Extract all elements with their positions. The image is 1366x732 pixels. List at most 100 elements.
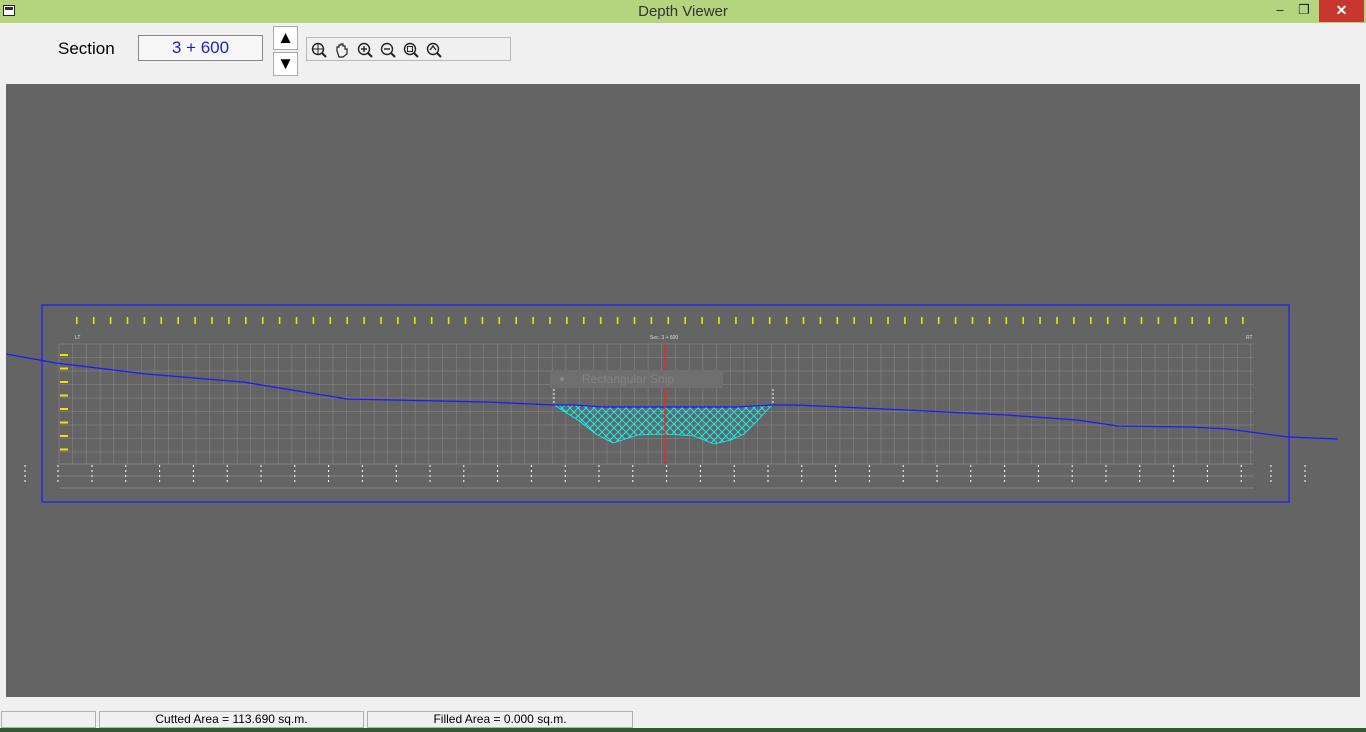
top-station-marker — [937, 317, 940, 324]
top-station-marker — [887, 317, 889, 324]
top-station-marker — [1191, 317, 1193, 324]
left-side-label: LT — [75, 335, 81, 341]
top-station-marker — [245, 317, 247, 324]
top-station-marker — [599, 317, 602, 324]
top-station-marker — [1106, 317, 1109, 324]
elevation-tick — [60, 354, 68, 356]
top-station-marker — [228, 317, 230, 324]
zoom-previous-icon[interactable] — [425, 41, 443, 59]
top-station-marker — [92, 317, 95, 324]
top-station-marker — [1140, 317, 1143, 324]
top-station-marker — [904, 317, 906, 324]
top-station-marker — [549, 317, 551, 324]
top-station-marker — [1208, 317, 1210, 324]
top-station-marker — [988, 317, 991, 324]
elevation-tick — [60, 448, 68, 451]
snip-label: Rectangular Snip — [582, 372, 675, 386]
top-station-marker — [701, 317, 703, 324]
right-side-label: RT — [1246, 335, 1253, 341]
top-station-marker — [160, 317, 163, 324]
minimize-button[interactable]: – — [1268, 0, 1292, 22]
top-station-marker — [836, 317, 839, 324]
top-station-marker — [532, 317, 534, 324]
top-station-marker — [126, 317, 129, 324]
top-station-marker — [853, 317, 855, 324]
top-station-marker — [802, 317, 805, 324]
top-station-marker — [430, 317, 433, 324]
drawing-viewport[interactable]: LT Sec. 3 + 600 RT Rectangular Snip — [5, 84, 1360, 697]
top-station-marker — [1157, 317, 1160, 324]
zoom-window-icon[interactable] — [402, 41, 420, 59]
top-station-marker — [718, 317, 720, 324]
next-section-button[interactable]: ▲ — [273, 26, 298, 50]
top-station-marker — [583, 317, 585, 324]
top-station-marker — [921, 317, 923, 324]
top-station-marker — [143, 317, 146, 324]
top-station-marker — [1039, 317, 1041, 324]
top-station-marker — [870, 317, 872, 324]
zoom-toolbar — [306, 37, 511, 61]
top-station-marker — [481, 317, 484, 324]
top-station-marker — [768, 317, 771, 324]
top-station-marker — [667, 317, 670, 324]
elevation-tick — [60, 435, 68, 437]
top-station-marker — [295, 317, 298, 324]
rectangular-snip-overlay[interactable]: Rectangular Snip — [550, 370, 723, 388]
top-station-marker — [329, 317, 332, 324]
top-station-marker — [1242, 317, 1244, 324]
section-value-field[interactable]: 3 + 600 — [138, 35, 263, 61]
window-title: Depth Viewer — [638, 3, 728, 20]
elevation-tick — [60, 367, 68, 370]
top-station-marker — [1174, 317, 1177, 324]
previous-section-button[interactable]: ▼ — [273, 52, 298, 76]
top-station-marker — [346, 317, 348, 324]
zoom-out-icon[interactable] — [379, 41, 397, 59]
close-button[interactable]: ✕ — [1319, 0, 1364, 22]
top-station-marker — [261, 317, 264, 324]
top-station-marker — [566, 317, 568, 324]
section-center-label: Sec. 3 + 600 — [650, 335, 679, 341]
section-label: Section — [58, 39, 115, 58]
top-station-marker — [363, 317, 365, 324]
top-station-marker — [785, 317, 788, 324]
snip-icon — [560, 377, 564, 381]
top-station-marker — [1073, 317, 1075, 324]
restore-button[interactable]: ❐ — [1292, 0, 1316, 22]
top-station-marker — [752, 317, 754, 324]
top-station-marker — [650, 317, 653, 324]
top-station-marker — [633, 317, 636, 324]
top-station-marker — [380, 317, 382, 324]
top-station-marker — [177, 317, 179, 324]
top-station-marker — [278, 317, 281, 324]
top-station-marker — [312, 317, 315, 324]
top-station-marker — [684, 317, 686, 324]
top-station-marker — [498, 317, 501, 324]
top-station-marker — [1005, 317, 1008, 324]
title-bar: Depth Viewer – ❐ ✕ — [0, 0, 1366, 23]
status-cell-empty — [1, 711, 96, 728]
top-station-marker — [954, 317, 957, 324]
top-station-marker — [1022, 317, 1024, 324]
fill-area-status: Filled Area = 0.000 sq.m. — [367, 711, 633, 728]
top-station-marker — [1225, 317, 1227, 324]
top-station-marker — [211, 317, 213, 324]
top-station-marker — [819, 317, 822, 324]
top-station-marker — [1123, 317, 1126, 324]
cross-section-drawing — [5, 304, 1339, 503]
top-station-marker — [735, 317, 737, 324]
top-station-marker — [971, 317, 974, 324]
zoom-in-icon[interactable] — [356, 41, 374, 59]
top-station-marker — [1056, 317, 1058, 324]
pan-hand-icon[interactable] — [333, 41, 351, 59]
elevation-tick — [60, 408, 68, 410]
top-station-marker — [109, 317, 112, 324]
top-station-marker — [464, 317, 467, 324]
top-station-marker — [397, 317, 399, 324]
top-station-marker — [616, 317, 619, 324]
top-station-marker — [1090, 317, 1092, 324]
elevation-tick — [60, 381, 68, 383]
top-station-marker — [194, 317, 196, 324]
cut-area-fill — [552, 404, 773, 445]
taskbar-strip — [0, 728, 1366, 732]
zoom-extents-icon[interactable] — [310, 41, 328, 59]
